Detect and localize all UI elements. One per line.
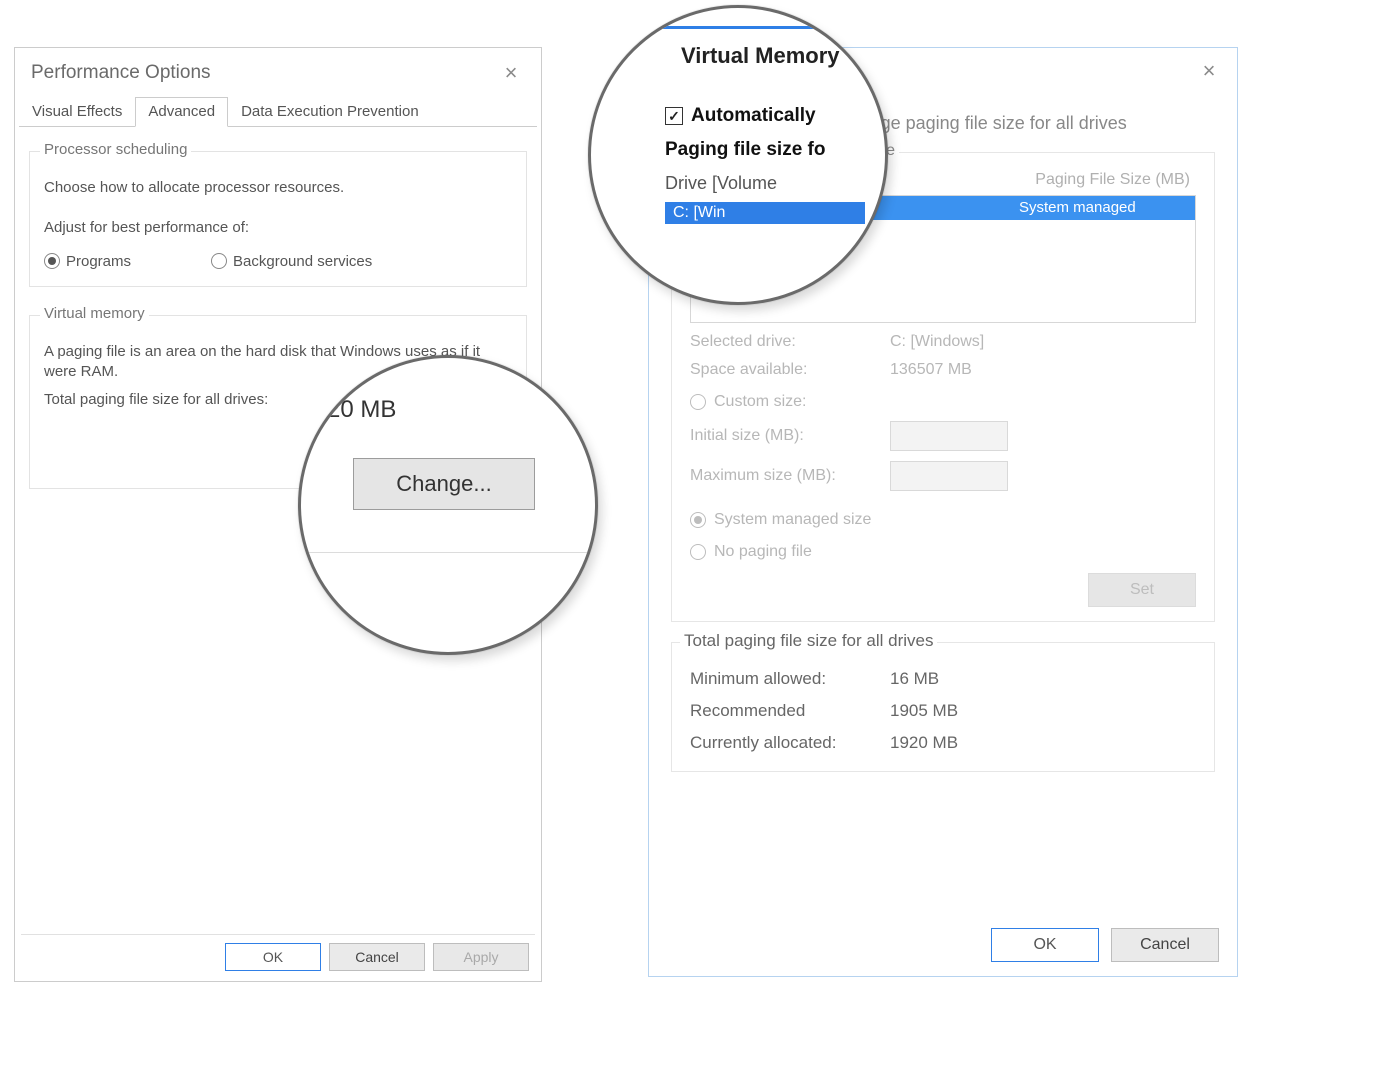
magnified-drive-header: Drive [Volume (665, 173, 888, 194)
cancel-button[interactable]: Cancel (329, 943, 425, 971)
radio-custom-size: Custom size: (690, 393, 1196, 411)
magnified-vm-title: Virtual Memory (681, 43, 888, 69)
cancel-button[interactable]: Cancel (1111, 928, 1219, 962)
magnified-selected-drive: C: [Win (665, 202, 865, 224)
close-icon[interactable]: × (1195, 58, 1223, 84)
magnified-auto-label: Automatically (691, 105, 816, 127)
ok-button[interactable]: OK (225, 943, 321, 971)
initial-size-input (890, 421, 1008, 451)
radio-bg-label: Background services (233, 253, 372, 270)
radio-programs[interactable]: Programs (44, 253, 131, 270)
min-allowed-label: Minimum allowed: (690, 669, 890, 689)
magnified-paging-label: Paging file size fo (665, 139, 888, 161)
maximum-size-input (890, 461, 1008, 491)
no-paging-file-label: No paging file (714, 543, 812, 561)
radio-no-paging-file: No paging file (690, 543, 1196, 561)
currently-allocated-label: Currently allocated: (690, 733, 890, 753)
checkbox-icon: ✓ (665, 107, 683, 125)
min-allowed-value: 16 MB (890, 669, 939, 689)
tab-advanced[interactable]: Advanced (135, 97, 228, 127)
tab-dep[interactable]: Data Execution Prevention (228, 97, 432, 127)
totals-title: Total paging file size for all drives (680, 631, 937, 651)
space-available-label: Space available: (690, 361, 890, 379)
radio-dot-icon (44, 253, 60, 269)
processor-scheduling-desc: Choose how to allocate processor resourc… (44, 178, 512, 198)
recommended-label: Recommended (690, 701, 890, 721)
active-window-border (663, 26, 888, 29)
set-button: Set (1088, 573, 1196, 607)
selected-drive-label: Selected drive: (690, 333, 890, 351)
radio-background-services[interactable]: Background services (211, 253, 372, 270)
virtual-memory-title: Virtual memory (40, 305, 149, 322)
adjust-label: Adjust for best performance of: (44, 218, 512, 238)
magnifier-lens-change: 20 MB Change... (298, 355, 598, 655)
divider (21, 934, 535, 935)
radio-dot-icon (690, 512, 706, 528)
drive-row-size: System managed (1019, 196, 1189, 220)
divider (298, 552, 598, 553)
tab-visual-effects[interactable]: Visual Effects (19, 97, 135, 127)
selected-drive-value: C: [Windows] (890, 333, 984, 351)
recommended-value: 1905 MB (890, 701, 958, 721)
magnifier-lens-vm-title: Virtual Memory ✓ Automatically Paging fi… (588, 5, 888, 305)
radio-dot-icon (690, 394, 706, 410)
maximum-size-label: Maximum size (MB): (690, 467, 890, 485)
paging-size-header-label: Paging File Size (MB) (1035, 171, 1190, 189)
custom-size-label: Custom size: (714, 393, 806, 411)
initial-size-label: Initial size (MB): (690, 427, 890, 445)
magnified-size-text: 20 MB (298, 396, 598, 424)
space-available-value: 136507 MB (890, 361, 972, 379)
performance-options-title: Performance Options (31, 62, 211, 84)
radio-programs-label: Programs (66, 253, 131, 270)
processor-scheduling-group: Processor scheduling Choose how to alloc… (29, 151, 527, 287)
radio-system-managed: System managed size (690, 511, 1196, 529)
totals-group: Total paging file size for all drives Mi… (671, 642, 1215, 772)
change-button[interactable]: Change... (353, 458, 535, 510)
system-managed-label: System managed size (714, 511, 871, 529)
radio-dot-icon (690, 544, 706, 560)
radio-dot-icon (211, 253, 227, 269)
processor-scheduling-title: Processor scheduling (40, 141, 191, 158)
ok-button[interactable]: OK (991, 928, 1099, 962)
close-icon[interactable]: × (497, 60, 525, 86)
apply-button: Apply (433, 943, 529, 971)
currently-allocated-value: 1920 MB (890, 733, 958, 753)
tabs: Visual Effects Advanced Data Execution P… (19, 96, 537, 127)
